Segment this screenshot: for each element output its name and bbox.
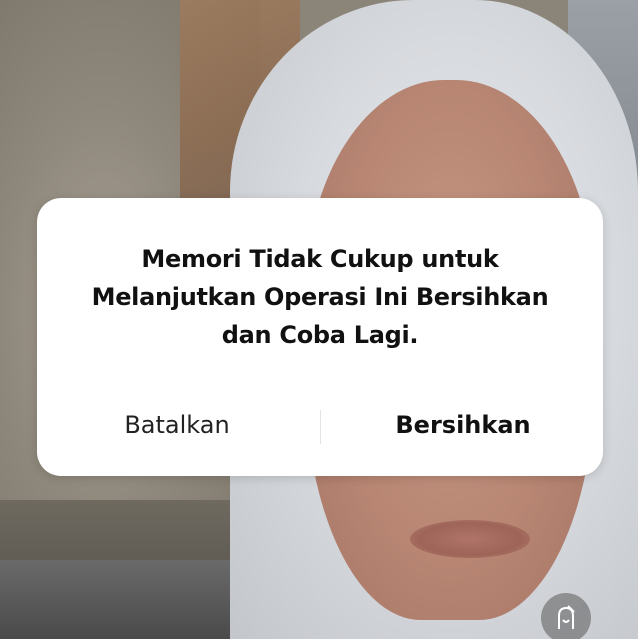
dialog-message: Memori Tidak Cukup untuk Melanjutkan Ope…	[91, 245, 549, 349]
cancel-button[interactable]: Batalkan	[37, 404, 317, 446]
insufficient-memory-dialog: Memori Tidak Cukup untuk Melanjutkan Ope…	[37, 198, 603, 476]
dialog-actions: Batalkan Bersihkan	[37, 404, 603, 446]
clean-button[interactable]: Bersihkan	[323, 404, 603, 446]
screen: Memori Tidak Cukup untuk Melanjutkan Ope…	[0, 0, 638, 639]
cleanup-icon[interactable]	[541, 593, 591, 639]
background-photo-sweater	[0, 560, 230, 639]
background-photo-mouth	[410, 520, 530, 558]
cleanup-icon-glyph	[558, 605, 575, 629]
button-divider	[320, 410, 321, 444]
